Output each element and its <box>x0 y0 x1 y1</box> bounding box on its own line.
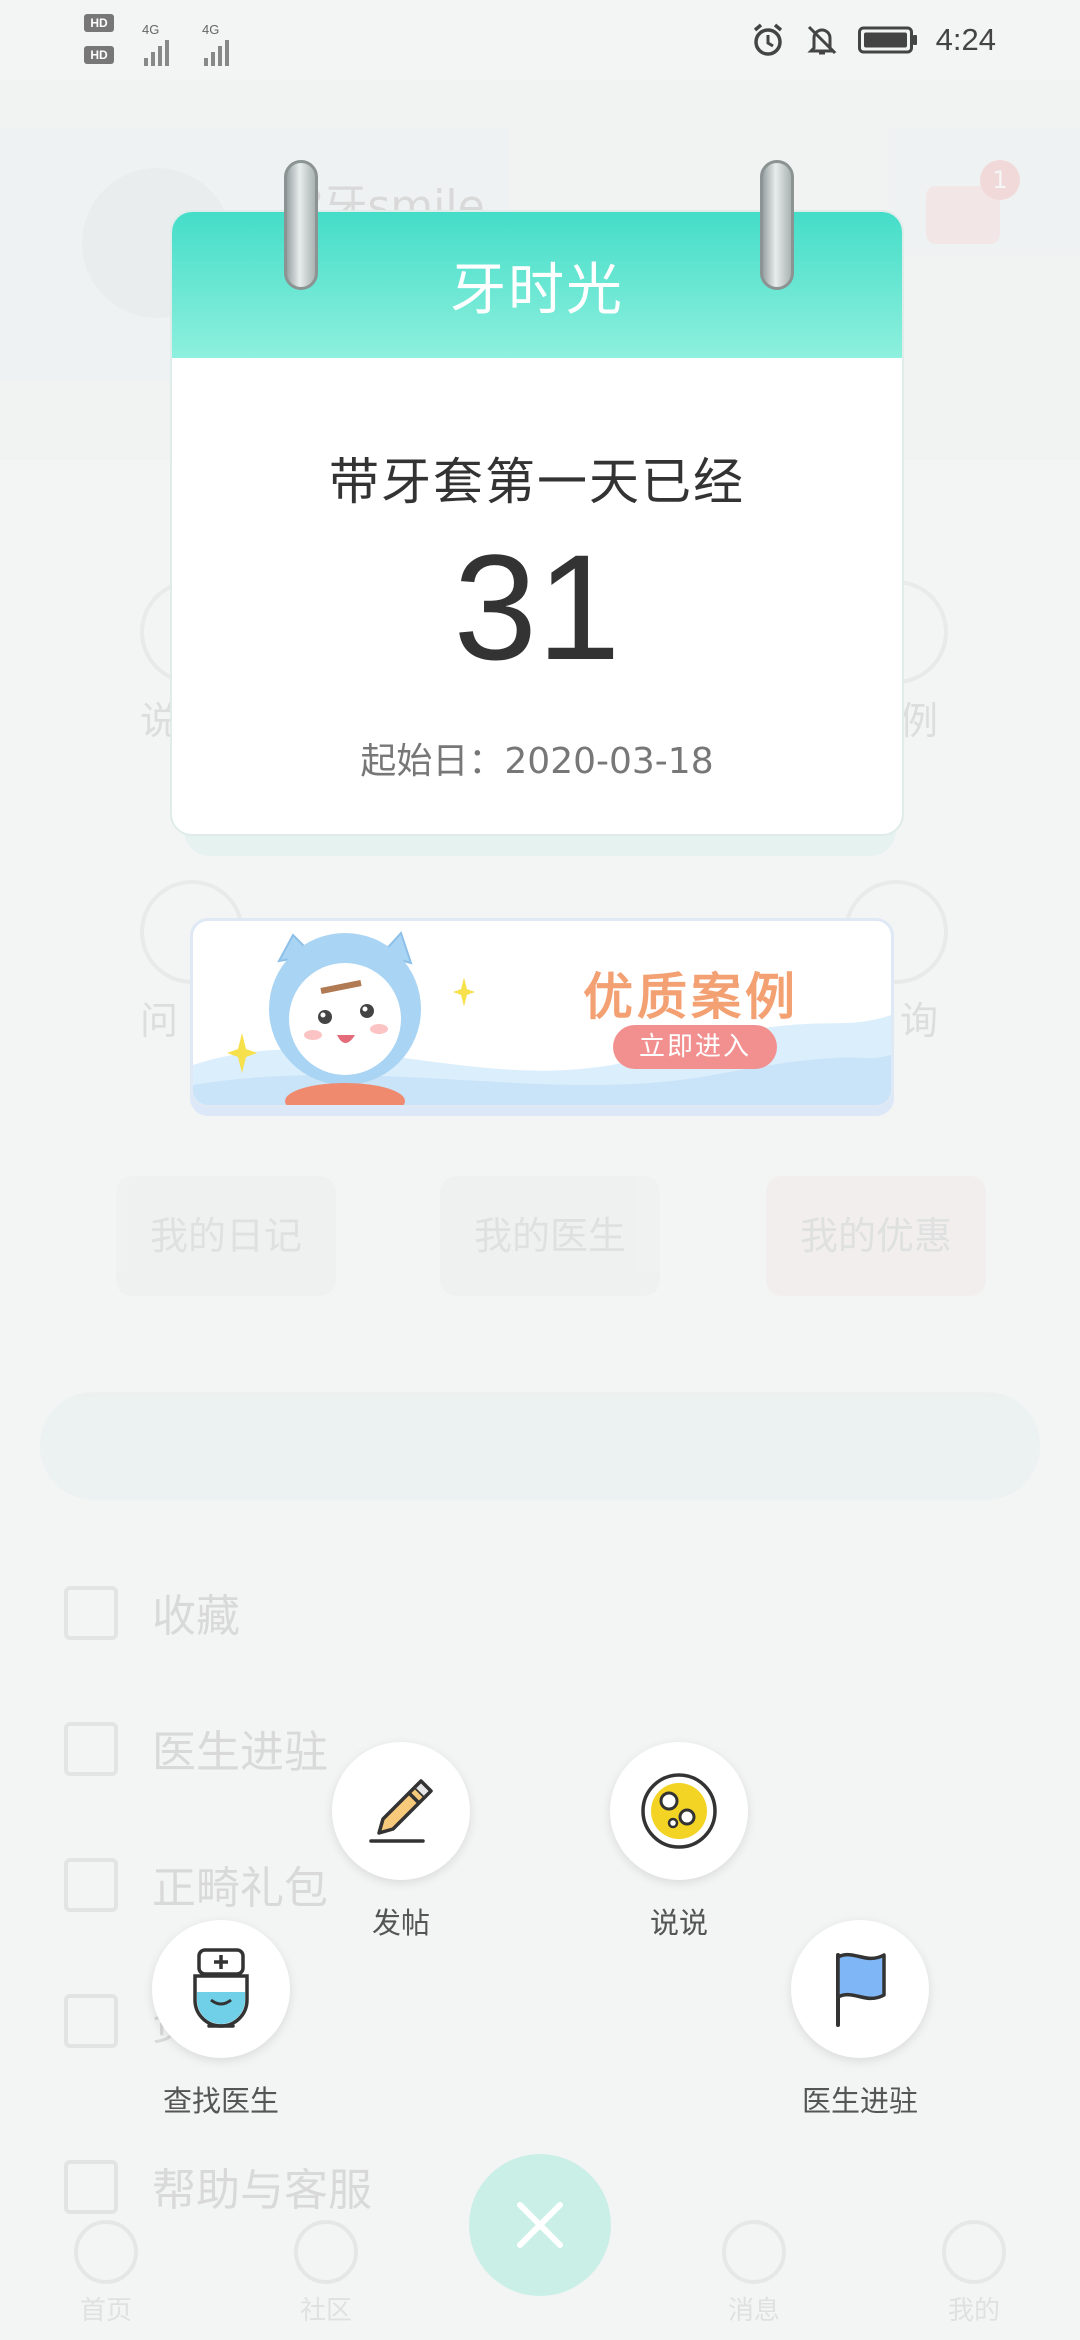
list-item: 医生进驻 <box>60 1692 1040 1802</box>
tab-mine: 我的 <box>914 2220 1034 2327</box>
case-banner[interactable]: 优质案例 立即进入 <box>190 918 894 1108</box>
star-icon <box>64 1586 118 1640</box>
talk-action[interactable]: 说说 <box>604 1742 754 1942</box>
talk-bubble-icon <box>641 1773 717 1849</box>
days-count: 31 <box>453 523 621 691</box>
enter-now-button[interactable]: 立即进入 <box>613 1025 777 1069</box>
close-button[interactable] <box>469 2154 611 2296</box>
start-date: 起始日：2020-03-18 <box>360 741 714 782</box>
battery-icon <box>857 26 917 54</box>
doctor-join-action[interactable]: 医生进驻 <box>785 1920 935 2120</box>
grid-label: 问 <box>140 999 179 1043</box>
banner-title: 优质案例 <box>583 968 799 1026</box>
doc-icon <box>64 1994 118 2048</box>
signal-group: HD HD 4G 4G <box>84 12 264 70</box>
calendar-card: 牙时光 带牙套第一天已经 31 起始日：2020-03-18 <box>170 210 904 836</box>
sparkle-icon <box>453 977 475 1007</box>
calendar-body: 带牙套第一天已经 31 起始日：2020-03-18 <box>172 442 902 784</box>
quick-button: 我的日记 <box>116 1176 336 1296</box>
status-bar: HD HD 4G 4G 4:24 <box>0 0 1080 80</box>
post-label: 发帖 <box>371 1906 430 1940</box>
grid-label: 例 <box>900 699 939 743</box>
calendar-title: 牙时光 <box>450 257 624 323</box>
alarm-icon <box>753 23 782 56</box>
hd1-badge: HD <box>84 14 114 32</box>
flag-icon <box>836 1952 886 2027</box>
find-doctor-button[interactable] <box>152 1920 290 2058</box>
tools-strip <box>40 1392 1040 1500</box>
calendar-ring-icon <box>760 160 794 290</box>
quick-button: 我的医生 <box>440 1176 660 1296</box>
mute-bell-icon <box>807 25 837 55</box>
doctor-join-label: 医生进驻 <box>801 2084 918 2118</box>
tab-messages: 消息 <box>694 2220 814 2327</box>
find-doctor-label: 查找医生 <box>162 2084 279 2118</box>
network2-label: 4G <box>202 22 220 37</box>
message-badge: 1 <box>980 160 1020 200</box>
quick-button: 我的优惠 <box>766 1176 986 1296</box>
doctor-icon <box>193 1948 249 2028</box>
status-right: 4:24 <box>750 16 996 64</box>
talk-label: 说说 <box>649 1906 708 1940</box>
talk-button[interactable] <box>610 1742 748 1880</box>
post-action[interactable]: 发帖 <box>326 1742 476 1942</box>
close-icon <box>517 2202 563 2248</box>
calendar-ring-icon <box>284 160 318 290</box>
signal2-icon <box>204 36 229 66</box>
post-button[interactable] <box>332 1742 470 1880</box>
flag-icon <box>64 1722 118 1776</box>
hd2-badge: HD <box>84 46 114 64</box>
clock: 4:24 <box>935 22 996 57</box>
sparkle-icon <box>227 1033 257 1073</box>
list-item: 收藏 <box>60 1556 1040 1666</box>
pencil-icon <box>369 1779 433 1843</box>
network1-label: 4G <box>142 22 160 37</box>
signal1-icon <box>144 36 169 66</box>
find-doctor-action[interactable]: 查找医生 <box>146 1920 296 2120</box>
tab-community: 社区 <box>266 2220 386 2327</box>
gift-icon <box>64 1858 118 1912</box>
calendar-subtitle: 带牙套第一天已经 <box>329 453 745 511</box>
grid-label: 询 <box>900 999 939 1043</box>
tab-home: 首页 <box>46 2220 166 2327</box>
doctor-join-button[interactable] <box>791 1920 929 2058</box>
cat-mascot-icon <box>269 931 421 1105</box>
